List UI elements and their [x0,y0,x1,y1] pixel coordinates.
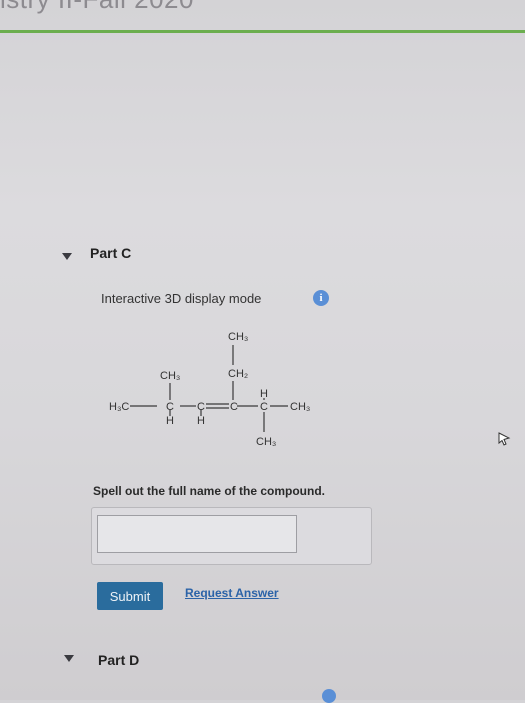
part-d-info-icon[interactable] [322,689,336,703]
atom-c2: C [166,401,174,413]
atom-ch3-c2: CH₃ [160,370,180,382]
mouse-cursor-icon [498,432,511,446]
atom-h-c3: H [197,415,205,427]
atom-ch2: CH₂ [228,368,248,380]
part-d-collapse-icon[interactable] [64,655,74,662]
request-answer-link[interactable]: Request Answer [185,586,279,600]
submit-button[interactable]: Submit [97,582,163,610]
atom-c5: C [260,401,268,413]
answer-input[interactable] [97,515,297,553]
atom-h-c5: H [260,388,268,400]
atom-ch3-right: CH₃ [290,401,310,413]
atom-h3c: H₃C [109,401,129,413]
part-d-title[interactable]: Part D [98,652,139,668]
atom-c3: C [197,401,205,413]
atom-ch3-bottom: CH₃ [256,436,276,448]
atom-ch3-top: CH₃ [228,331,248,343]
atom-h-c2: H [166,415,174,427]
atom-c4: C [230,401,238,413]
question-prompt: Spell out the full name of the compound. [93,484,325,498]
